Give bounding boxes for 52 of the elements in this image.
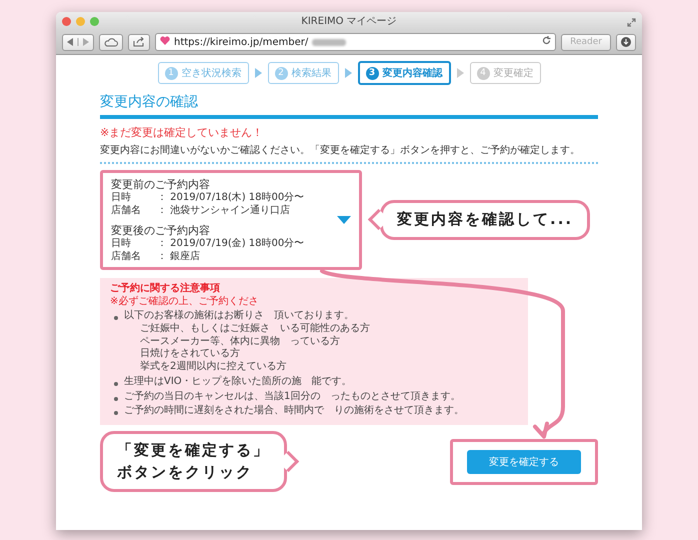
close-icon[interactable] [62, 16, 71, 26]
blurred-text [312, 38, 346, 46]
callout-text: 「変更を確定する」 [117, 440, 270, 461]
notice-title: ご予約に関する注意事項 [110, 283, 221, 296]
step-label: 空き状況検索 [182, 66, 242, 80]
arrow-icon [254, 68, 262, 78]
url-text: https://kireimo.jp/member/ [174, 36, 308, 48]
field-value: ： 池袋サンシャイン通り口店 [157, 204, 290, 217]
field-value: ： 銀座店 [157, 250, 200, 263]
step-number: 1 [164, 66, 178, 80]
share-icon[interactable] [128, 34, 150, 50]
notice-subtitle: ※必ずご確認の上、ご予約くださ [110, 296, 260, 308]
notice-subitem: ペースメーカー等、体内に異物 っている方 [139, 336, 341, 348]
field-label: 日時 [111, 238, 132, 250]
cloud-icon[interactable] [99, 34, 123, 50]
notice-subitem: 日焼けをされている方 [139, 348, 241, 360]
field-label: 店舗名 [111, 204, 142, 217]
bullet-icon [114, 316, 118, 320]
step-number: 3 [366, 66, 378, 80]
notice-subitem: 挙式を2週間以内に控えている方 [139, 361, 288, 374]
notice-item: 生理中はVIO・ヒップを除いた箇所の施 能です。 [124, 376, 352, 387]
down-triangle-icon [337, 216, 351, 224]
arrow-icon [456, 68, 464, 78]
address-bar[interactable]: https://kireimo.jp/member/ [155, 33, 556, 51]
field-label: 日時 [111, 192, 132, 204]
download-icon[interactable] [616, 34, 636, 50]
confirm-button[interactable]: 変更を確定する [467, 450, 581, 474]
callout-text: ボタンをクリック [117, 462, 254, 483]
arrow-icon [344, 68, 352, 78]
reservation-title: 変更後のご予約内容 [111, 223, 211, 238]
bullet-icon [114, 411, 118, 416]
field-value: ： 2019/07/19(金) 18時00分〜 [157, 238, 304, 250]
reader-button[interactable]: Reader [561, 34, 611, 50]
warning-text: ※まだ変更は確定していません！ [100, 125, 264, 140]
description-text: 変更内容にお間違いがないかご確認ください。「変更を確定する」ボタンを押すと、ご予約が確定します。 [100, 144, 581, 157]
page-heading: 変更内容の確認 [100, 93, 598, 119]
field-label: 店舗名 [111, 250, 142, 263]
field-value: ： 2019/07/18(木) 18時00分〜 [157, 192, 304, 204]
callout-text: 変更内容を確認して... [397, 209, 574, 230]
step-label: 検索結果 [292, 66, 332, 80]
notice-item: 以下のお客様の施術はお断りさ 頂いております。 [124, 310, 354, 322]
bullet-icon [114, 396, 118, 400]
notice-item: ご予約の当日のキャンセルは、当該1回分の ったものとさせて頂きます。 [124, 390, 460, 402]
reservation-title: 変更前のご予約内容 [111, 177, 211, 192]
step-label: 変更内容確認 [382, 66, 442, 80]
notice-item: ご予約の時間に遅刻をされた場合、時間内で りの施術をさせて頂きます。 [124, 405, 464, 416]
step-label: 変更確定 [494, 66, 534, 80]
back-forward-buttons[interactable] [62, 34, 94, 50]
bullet-icon [114, 382, 118, 386]
step-number: 2 [274, 66, 288, 80]
window-title: KIREIMO マイページ [301, 16, 397, 27]
notice-subitem: ご妊娠中、もしくはご妊娠さ いる可能性のある方 [139, 323, 371, 336]
